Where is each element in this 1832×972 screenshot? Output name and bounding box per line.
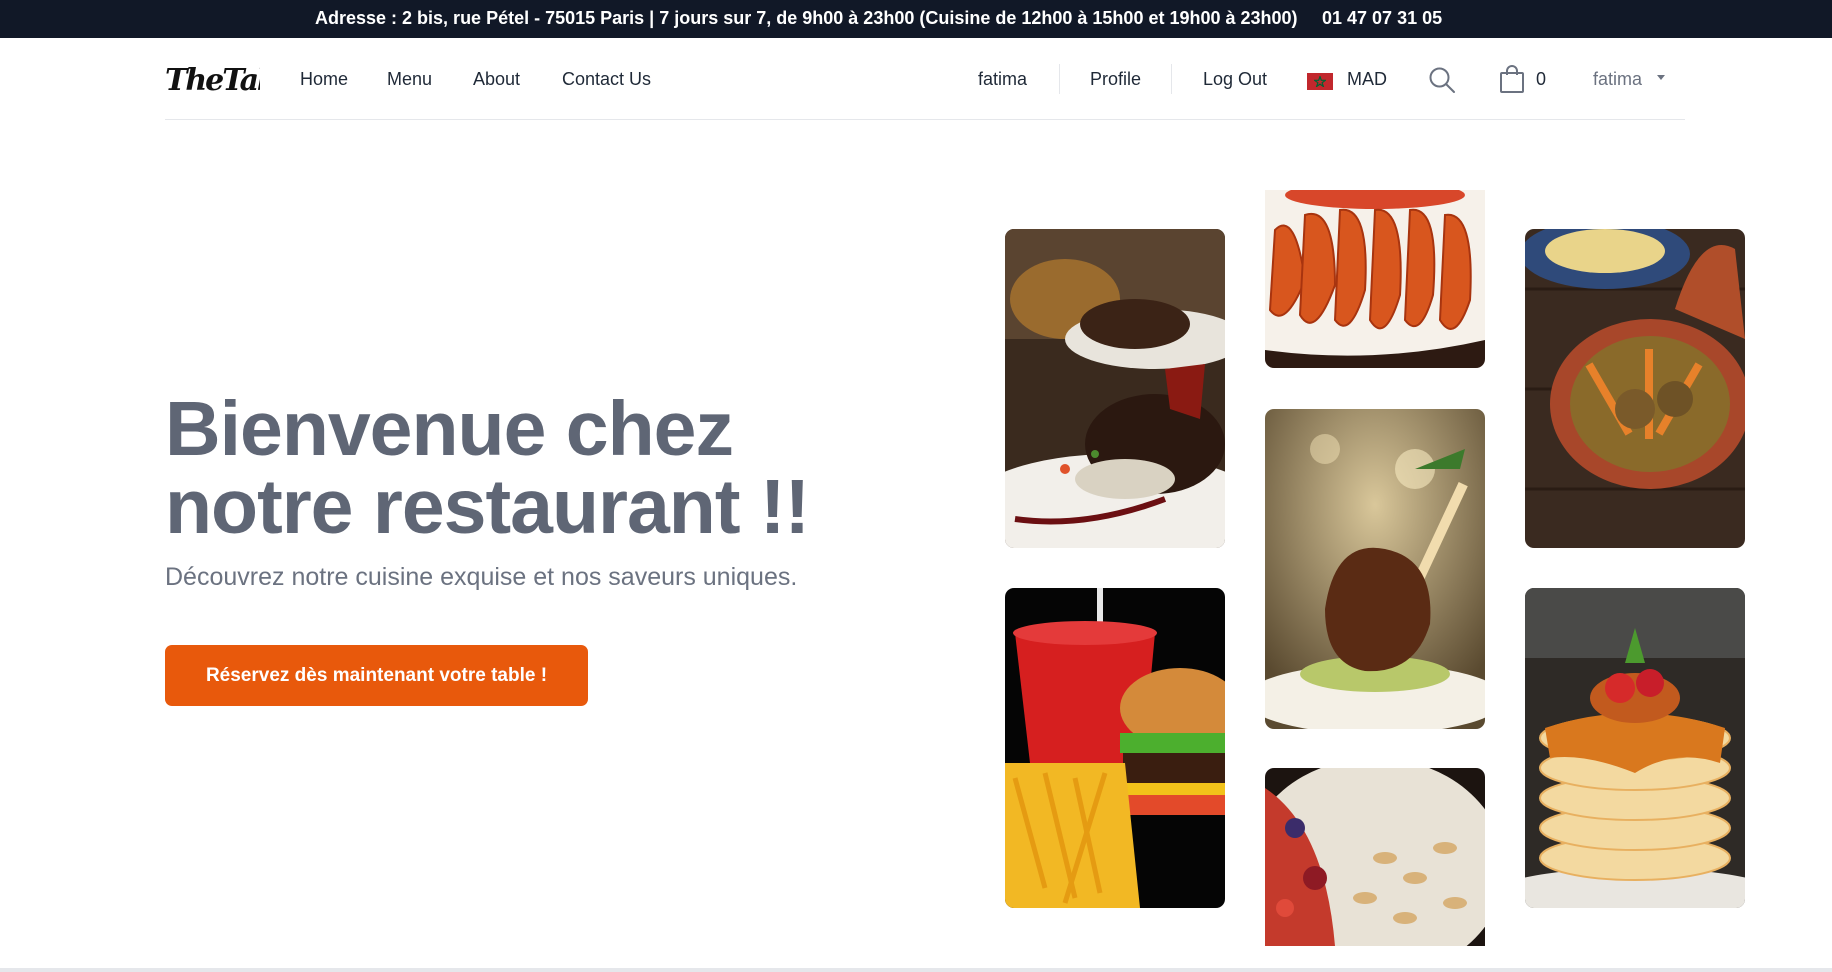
hero-title: Bienvenue chez notre restaurant !! — [165, 386, 810, 550]
nut-fruit-bowl-photo — [1265, 768, 1485, 946]
nav-home[interactable]: Home — [300, 69, 348, 90]
shopping-bag-icon[interactable] — [1499, 64, 1525, 99]
chevron-down-icon[interactable] — [1657, 75, 1665, 80]
nav-divider — [1171, 64, 1172, 94]
phone-number[interactable]: 01 47 07 31 05 — [1322, 8, 1442, 29]
page-bottom-divider — [0, 968, 1832, 972]
nav-about[interactable]: About — [473, 69, 520, 90]
pancakes-photo — [1525, 588, 1745, 908]
main-navbar: TheTable Home Menu About Contact Us fati… — [165, 38, 1685, 120]
nav-menu[interactable]: Menu — [387, 69, 432, 90]
nav-profile[interactable]: Profile — [1090, 69, 1141, 90]
search-icon[interactable] — [1428, 66, 1456, 99]
hero-subtitle: Découvrez notre cuisine exquise et nos s… — [165, 563, 798, 591]
logo-text: TheTable — [165, 63, 260, 98]
reserve-table-button[interactable]: Réservez dès maintenant votre table ! — [165, 645, 588, 706]
nav-contact[interactable]: Contact Us — [562, 69, 651, 90]
lamb-shank-photo — [1265, 409, 1485, 729]
grilled-shrimp-photo — [1265, 190, 1485, 368]
account-dropdown[interactable]: fatima — [1593, 69, 1642, 90]
site-logo[interactable]: TheTable — [165, 56, 305, 102]
cart-count: 0 — [1536, 69, 1547, 89]
burger-fries-photo — [1005, 588, 1225, 908]
nav-divider — [1059, 64, 1060, 94]
morocco-flag-icon[interactable] — [1307, 73, 1333, 90]
tajine-photo — [1525, 229, 1745, 548]
steak-dish-photo — [1005, 229, 1225, 548]
top-info-bar: Adresse : 2 bis, rue Pétel - 75015 Paris… — [0, 0, 1832, 38]
currency-selector[interactable]: MAD — [1347, 69, 1387, 90]
nav-logout[interactable]: Log Out — [1203, 69, 1267, 90]
address-text: Adresse : 2 bis, rue Pétel - 75015 Paris… — [315, 8, 1298, 28]
nav-user-name[interactable]: fatima — [978, 69, 1027, 90]
